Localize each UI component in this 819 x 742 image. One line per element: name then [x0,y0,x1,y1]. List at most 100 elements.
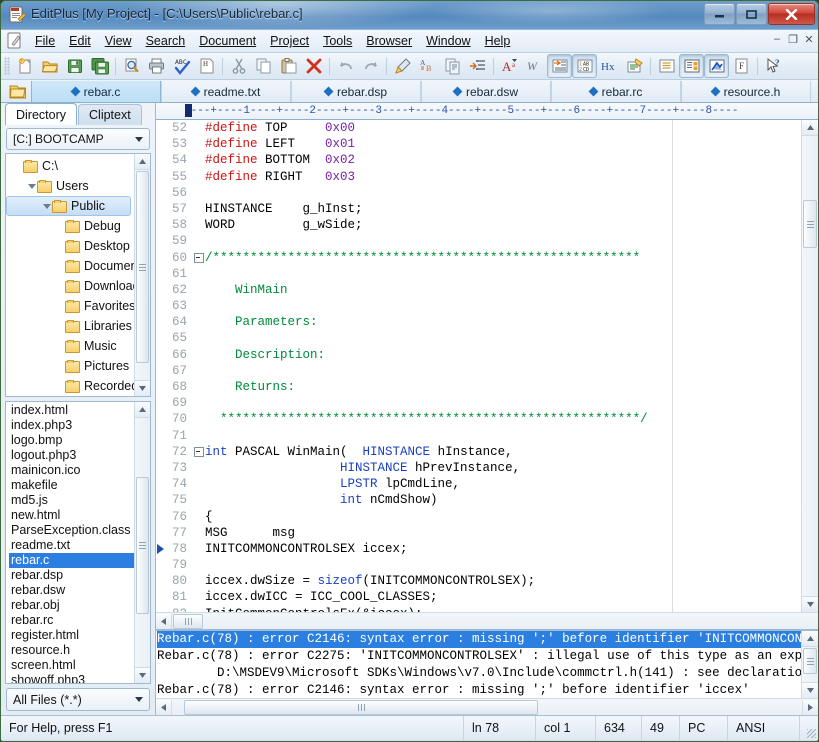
document-tab-rebar-dsp[interactable]: rebar.dsp [291,81,421,102]
file-list-item[interactable]: logo.bmp [9,433,134,448]
file-list-item[interactable]: makefile [9,478,134,493]
file-list[interactable]: index.htmlindex.php3logo.bmplogout.php3m… [5,401,151,684]
menu-item-tools[interactable]: Tools [316,32,359,50]
file-list-item[interactable]: register.html [9,628,134,643]
code-line[interactable]: 77MSG msg [156,525,801,541]
scroll-thumb[interactable] [136,171,149,363]
scroll-down-arrow-icon[interactable] [802,596,818,612]
menu-item-edit[interactable]: Edit [62,32,98,50]
hex-viewer-icon[interactable]: Hx [597,54,622,78]
word-wrap-icon[interactable]: W [522,54,547,78]
code-line[interactable]: 55#define RIGHT 0x03 [156,169,801,185]
copy-icon[interactable] [251,54,276,78]
code-editor[interactable]: 52#define TOP 0x0053#define LEFT 0x0154#… [156,120,801,612]
tree-node-music[interactable]: Music [6,336,134,356]
document-tab-readme-txt[interactable]: readme.txt [161,81,291,102]
output-line[interactable]: Rebar.c(78) : error C2146: syntax error … [157,682,801,698]
code-line[interactable]: 53#define LEFT 0x01 [156,136,801,152]
redo-icon[interactable] [358,54,383,78]
scroll-up-arrow-icon[interactable] [802,631,818,647]
tree-node-users[interactable]: Users [6,176,134,196]
tab-cliptext[interactable]: Cliptext [78,104,142,125]
code-line[interactable]: 65 [156,330,801,346]
scroll-down-arrow-icon[interactable] [135,667,150,683]
undo-icon[interactable] [333,54,358,78]
new-document-icon[interactable] [12,54,37,78]
code-line[interactable]: 66 Description: [156,347,801,363]
code-line[interactable]: 74 LPSTR lpCmdLine, [156,476,801,492]
code-line[interactable]: 76{ [156,509,801,525]
print-preview-icon[interactable] [119,54,144,78]
code-line[interactable]: 62 WinMain [156,282,801,298]
scroll-thumb[interactable] [173,614,203,629]
file-list-item[interactable]: index.php3 [9,418,134,433]
browser-preview-icon[interactable] [704,54,729,78]
spell-check-icon[interactable]: ABC [169,54,194,78]
fold-collapse-icon[interactable] [192,253,205,263]
scroll-up-arrow-icon[interactable] [802,120,818,136]
code-line[interactable]: 81iccex.dwICC = ICC_COOL_CLASSES; [156,589,801,605]
tree-node-c[interactable]: C:\ [6,156,134,176]
highlight-marker-icon[interactable] [390,54,415,78]
print-icon[interactable] [144,54,169,78]
scroll-down-arrow-icon[interactable] [802,682,818,698]
file-list-scrollbar[interactable] [134,402,150,683]
code-line[interactable]: 67 [156,363,801,379]
tree-expander-icon[interactable] [26,184,37,189]
menu-item-browser[interactable]: Browser [359,32,419,50]
column-mode-icon[interactable]: 12ABCD [572,54,597,78]
html-page-icon[interactable]: H [194,54,219,78]
split-view-icon[interactable] [679,54,704,78]
mdi-restore-button[interactable]: ❐ [787,33,799,46]
file-list-item[interactable]: showoff.php3 [9,673,134,684]
font-icon[interactable]: Aa [497,54,522,78]
file-filter-select[interactable]: All Files (*.*) [6,688,150,711]
file-list-item[interactable]: screen.html [9,658,134,673]
code-line[interactable]: 58WORD g_wSide; [156,217,801,233]
output-text[interactable]: Rebar.c(78) : error C2146: syntax error … [156,631,801,698]
menu-item-help[interactable]: Help [478,32,518,50]
code-line[interactable]: 80iccex.dwSize = sizeof(INITCOMMONCONTRO… [156,573,801,589]
tree-node-recorded-tv[interactable]: Recorded TV [6,376,134,396]
menu-item-window[interactable]: Window [419,32,477,50]
scroll-right-arrow-icon[interactable] [802,700,818,715]
scroll-left-arrow-icon[interactable] [156,700,172,715]
code-line[interactable]: 75 int nCmdShow) [156,492,801,508]
tree-node-debug[interactable]: Debug [6,216,134,236]
close-button[interactable] [768,3,815,25]
delete-icon[interactable] [301,54,326,78]
code-line[interactable]: 63 [156,298,801,314]
code-line[interactable]: 78INITCOMMONCONTROLSEX iccex; [156,541,801,557]
tab-directory[interactable]: Directory [5,103,77,125]
tree-node-pictures[interactable]: Pictures [6,356,134,376]
open-folder-icon[interactable] [37,54,62,78]
save-all-icon[interactable] [87,54,112,78]
context-help-icon[interactable]: ? [761,54,786,78]
document-tab-rebar-rc[interactable]: rebar.rc [551,81,681,102]
maximize-button[interactable] [736,3,767,25]
code-line[interactable]: 60/*************************************… [156,250,801,266]
directory-tree[interactable]: C:\UsersPublicDebugDesktopDocumentsDownl… [5,153,151,397]
code-line[interactable]: 69 [156,395,801,411]
editor-horizontal-scrollbar[interactable] [156,612,818,629]
function-list-icon[interactable]: F [729,54,754,78]
document-tab-resource-h[interactable]: resource.h [681,81,811,102]
output-horizontal-scrollbar[interactable] [156,698,818,715]
toolbar-grip[interactable] [4,57,10,75]
user-tools-icon[interactable] [622,54,647,78]
file-list-item[interactable]: logout.php3 [9,448,134,463]
output-vertical-scrollbar[interactable] [801,631,818,698]
project-folder-icon[interactable] [7,82,29,102]
scroll-thumb[interactable] [184,700,538,715]
output-line[interactable]: Rebar.c(78) : error C2146: syntax error … [157,631,801,648]
code-line[interactable]: 72int PASCAL WinMain( HINSTANCE hInstanc… [156,444,801,460]
bookmark-arrow-icon[interactable] [156,544,165,554]
code-line[interactable]: 71 [156,428,801,444]
show-spaces-icon[interactable] [547,54,572,78]
directory-tree-scrollbar[interactable] [134,154,150,396]
drive-select[interactable]: [C:] BOOTCAMP [6,128,150,150]
code-line[interactable]: 68 Returns: [156,379,801,395]
code-line[interactable]: 59 [156,233,801,249]
code-line[interactable]: 64 Parameters: [156,314,801,330]
document-selector-icon[interactable] [654,54,679,78]
